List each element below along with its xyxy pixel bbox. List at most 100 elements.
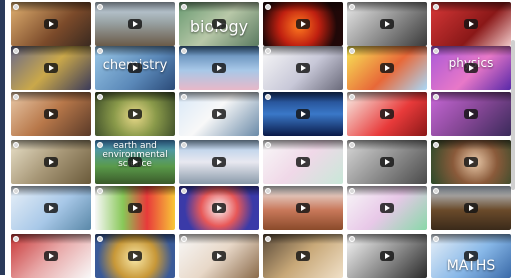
play-button-icon[interactable] <box>128 203 142 213</box>
video-tile-5-2[interactable] <box>95 186 175 230</box>
channel-avatar-icon[interactable] <box>97 236 103 242</box>
channel-avatar-icon[interactable] <box>349 4 355 10</box>
play-button-icon[interactable] <box>464 63 478 73</box>
play-button-icon[interactable] <box>464 19 478 29</box>
channel-avatar-icon[interactable] <box>433 48 439 54</box>
video-tile-3-5[interactable] <box>347 92 427 136</box>
play-button-icon[interactable] <box>380 19 394 29</box>
play-button-icon[interactable] <box>296 63 310 73</box>
video-tile-4-1[interactable] <box>11 140 91 184</box>
channel-avatar-icon[interactable] <box>97 4 103 10</box>
channel-avatar-icon[interactable] <box>97 188 103 194</box>
play-button-icon[interactable] <box>128 19 142 29</box>
play-button-icon[interactable] <box>464 109 478 119</box>
play-button-icon[interactable] <box>380 63 394 73</box>
video-tile-4-6[interactable] <box>431 140 511 184</box>
channel-avatar-icon[interactable] <box>349 142 355 148</box>
play-button-icon[interactable] <box>212 251 226 261</box>
scrollbar-thumb[interactable] <box>511 40 515 190</box>
play-button-icon[interactable] <box>212 109 226 119</box>
channel-avatar-icon[interactable] <box>97 48 103 54</box>
video-tile-5-5[interactable] <box>347 186 427 230</box>
video-tile-4-5[interactable] <box>347 140 427 184</box>
video-tile-2-1[interactable] <box>11 46 91 90</box>
play-button-icon[interactable] <box>464 251 478 261</box>
play-button-icon[interactable] <box>380 109 394 119</box>
play-button-icon[interactable] <box>464 157 478 167</box>
video-tile-5-1[interactable] <box>11 186 91 230</box>
video-tile-2-4[interactable] <box>263 46 343 90</box>
play-button-icon[interactable] <box>212 203 226 213</box>
video-tile-6-3[interactable] <box>179 234 259 278</box>
channel-avatar-icon[interactable] <box>13 4 19 10</box>
video-tile-1-1[interactable] <box>11 2 91 46</box>
channel-avatar-icon[interactable] <box>265 94 271 100</box>
play-button-icon[interactable] <box>464 203 478 213</box>
channel-avatar-icon[interactable] <box>433 94 439 100</box>
channel-avatar-icon[interactable] <box>433 236 439 242</box>
video-tile-1-3[interactable]: biology <box>179 2 259 46</box>
channel-avatar-icon[interactable] <box>433 4 439 10</box>
video-tile-3-1[interactable] <box>11 92 91 136</box>
video-tile-6-4[interactable] <box>263 234 343 278</box>
channel-avatar-icon[interactable] <box>433 142 439 148</box>
video-tile-1-5[interactable] <box>347 2 427 46</box>
video-tile-5-3[interactable] <box>179 186 259 230</box>
channel-avatar-icon[interactable] <box>181 188 187 194</box>
play-button-icon[interactable] <box>212 19 226 29</box>
video-tile-6-5[interactable] <box>347 234 427 278</box>
channel-avatar-icon[interactable] <box>265 48 271 54</box>
video-tile-6-6[interactable]: MATHS <box>431 234 511 278</box>
channel-avatar-icon[interactable] <box>265 4 271 10</box>
play-button-icon[interactable] <box>296 109 310 119</box>
play-button-icon[interactable] <box>296 157 310 167</box>
channel-avatar-icon[interactable] <box>181 236 187 242</box>
channel-avatar-icon[interactable] <box>265 236 271 242</box>
play-button-icon[interactable] <box>380 157 394 167</box>
video-tile-4-2[interactable]: earth and environmental science <box>95 140 175 184</box>
play-button-icon[interactable] <box>296 251 310 261</box>
channel-avatar-icon[interactable] <box>349 188 355 194</box>
play-button-icon[interactable] <box>296 203 310 213</box>
channel-avatar-icon[interactable] <box>13 142 19 148</box>
video-tile-2-6[interactable]: physics <box>431 46 511 90</box>
play-button-icon[interactable] <box>44 251 58 261</box>
video-tile-3-3[interactable] <box>179 92 259 136</box>
video-tile-6-1[interactable] <box>11 234 91 278</box>
channel-avatar-icon[interactable] <box>181 48 187 54</box>
channel-avatar-icon[interactable] <box>181 94 187 100</box>
video-tile-3-6[interactable] <box>431 92 511 136</box>
video-tile-6-2[interactable] <box>95 234 175 278</box>
video-tile-4-4[interactable] <box>263 140 343 184</box>
video-tile-2-5[interactable] <box>347 46 427 90</box>
play-button-icon[interactable] <box>296 19 310 29</box>
channel-avatar-icon[interactable] <box>181 4 187 10</box>
channel-avatar-icon[interactable] <box>433 188 439 194</box>
video-tile-2-2[interactable]: chemistry <box>95 46 175 90</box>
video-tile-3-4[interactable] <box>263 92 343 136</box>
play-button-icon[interactable] <box>128 109 142 119</box>
channel-avatar-icon[interactable] <box>13 236 19 242</box>
play-button-icon[interactable] <box>212 63 226 73</box>
play-button-icon[interactable] <box>44 109 58 119</box>
channel-avatar-icon[interactable] <box>97 94 103 100</box>
play-button-icon[interactable] <box>128 157 142 167</box>
channel-avatar-icon[interactable] <box>349 94 355 100</box>
video-tile-3-2[interactable] <box>95 92 175 136</box>
play-button-icon[interactable] <box>44 203 58 213</box>
play-button-icon[interactable] <box>44 63 58 73</box>
channel-avatar-icon[interactable] <box>13 94 19 100</box>
video-tile-1-4[interactable] <box>263 2 343 46</box>
video-tile-5-6[interactable] <box>431 186 511 230</box>
video-tile-4-3[interactable] <box>179 140 259 184</box>
channel-avatar-icon[interactable] <box>13 188 19 194</box>
channel-avatar-icon[interactable] <box>349 236 355 242</box>
channel-avatar-icon[interactable] <box>181 142 187 148</box>
channel-avatar-icon[interactable] <box>13 48 19 54</box>
play-button-icon[interactable] <box>380 203 394 213</box>
play-button-icon[interactable] <box>380 251 394 261</box>
video-tile-2-3[interactable] <box>179 46 259 90</box>
channel-avatar-icon[interactable] <box>349 48 355 54</box>
play-button-icon[interactable] <box>44 19 58 29</box>
video-tile-1-2[interactable] <box>95 2 175 46</box>
